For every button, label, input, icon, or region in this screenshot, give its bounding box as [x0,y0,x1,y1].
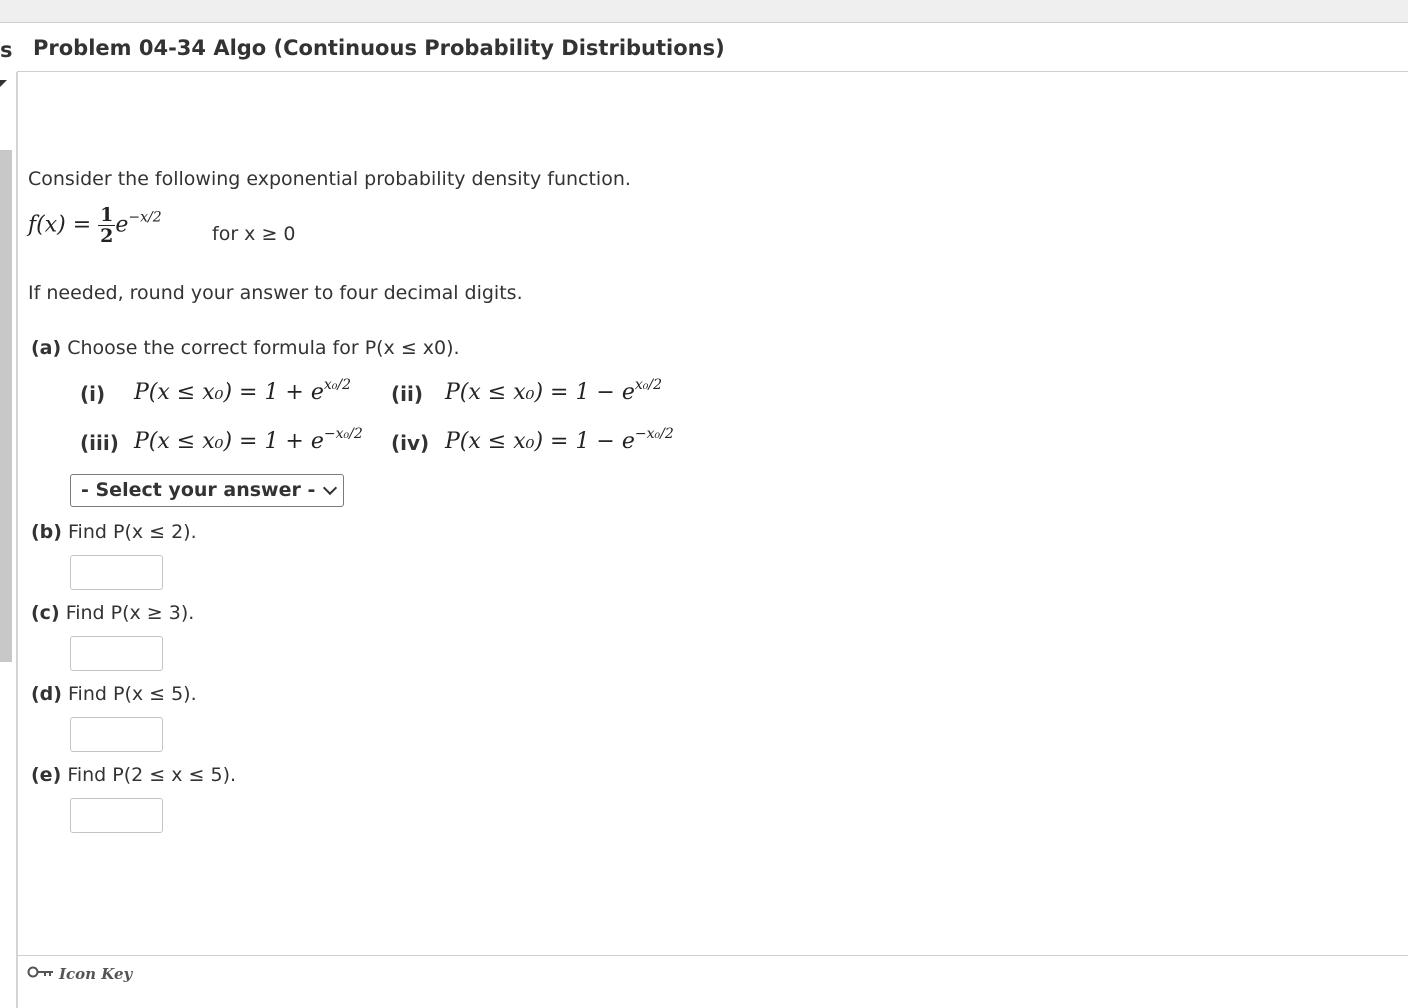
left-scrollbar[interactable] [0,150,12,662]
pdf-fraction-numerator: 1 [98,204,116,226]
option-ii-formula: P(x ≤ x₀) = 1 − ex₀/2 [445,377,663,405]
key-icon [27,964,55,984]
corner-caret-icon [0,80,7,87]
option-iii-formula: P(x ≤ x₀) = 1 + e−x₀/2 [134,426,363,454]
icon-key-label: Icon Key [59,965,133,983]
rounding-note: If needed, round your answer to four dec… [28,282,523,304]
answer-select-value: - Select your answer - [81,479,316,501]
sidebar-fragment: s [0,38,13,62]
pdf-exponent: −x/2 [128,209,162,226]
part-d-answer-input[interactable] [70,717,163,752]
part-e-question: (e) Find P(2 ≤ x ≤ 5). [31,764,237,786]
option-iii-label: (iii) [80,431,119,455]
chevron-down-icon [322,480,338,496]
option-i-label: (i) [80,382,106,406]
option-i-formula: P(x ≤ x₀) = 1 + ex₀/2 [134,377,352,405]
part-d-question: (d) Find P(x ≤ 5). [31,683,197,705]
part-e-answer-input[interactable] [70,798,163,833]
footer-divider [17,955,1408,956]
title-bar: Problem 04-34 Algo (Continuous Probabili… [17,23,1408,72]
option-iv-label: (iv) [391,431,430,455]
icon-key-link[interactable]: Icon Key [27,964,132,984]
browser-top-strip [0,0,1408,23]
part-c-question: (c) Find P(x ≥ 3). [31,602,195,624]
pdf-domain: for x ≥ 0 [212,223,296,245]
option-iv-formula: P(x ≤ x₀) = 1 − e−x₀/2 [445,426,674,454]
content-frame [16,72,1408,1008]
part-a-label: (a) [31,337,62,359]
part-a-question: (a) Choose the correct formula for P(x ≤… [31,337,460,359]
answer-select[interactable]: - Select your answer - [70,474,344,507]
part-a-prompt: Choose the correct formula for P(x ≤ x0)… [67,337,460,359]
pdf-fraction: 1 2 [98,204,116,247]
part-b-question: (b) Find P(x ≤ 2). [31,521,197,543]
part-b-answer-input[interactable] [70,555,163,590]
page-title: Problem 04-34 Algo (Continuous Probabili… [33,36,725,60]
pdf-lhs: f(x) = [28,212,92,238]
part-c-answer-input[interactable] [70,636,163,671]
pdf-base: e [115,212,129,238]
pdf-fraction-denominator: 2 [100,225,114,247]
problem-intro: Consider the following exponential proba… [28,168,631,190]
pdf-formula: f(x) = 1 2 e−x/2 [28,205,162,246]
option-ii-label: (ii) [391,382,423,406]
